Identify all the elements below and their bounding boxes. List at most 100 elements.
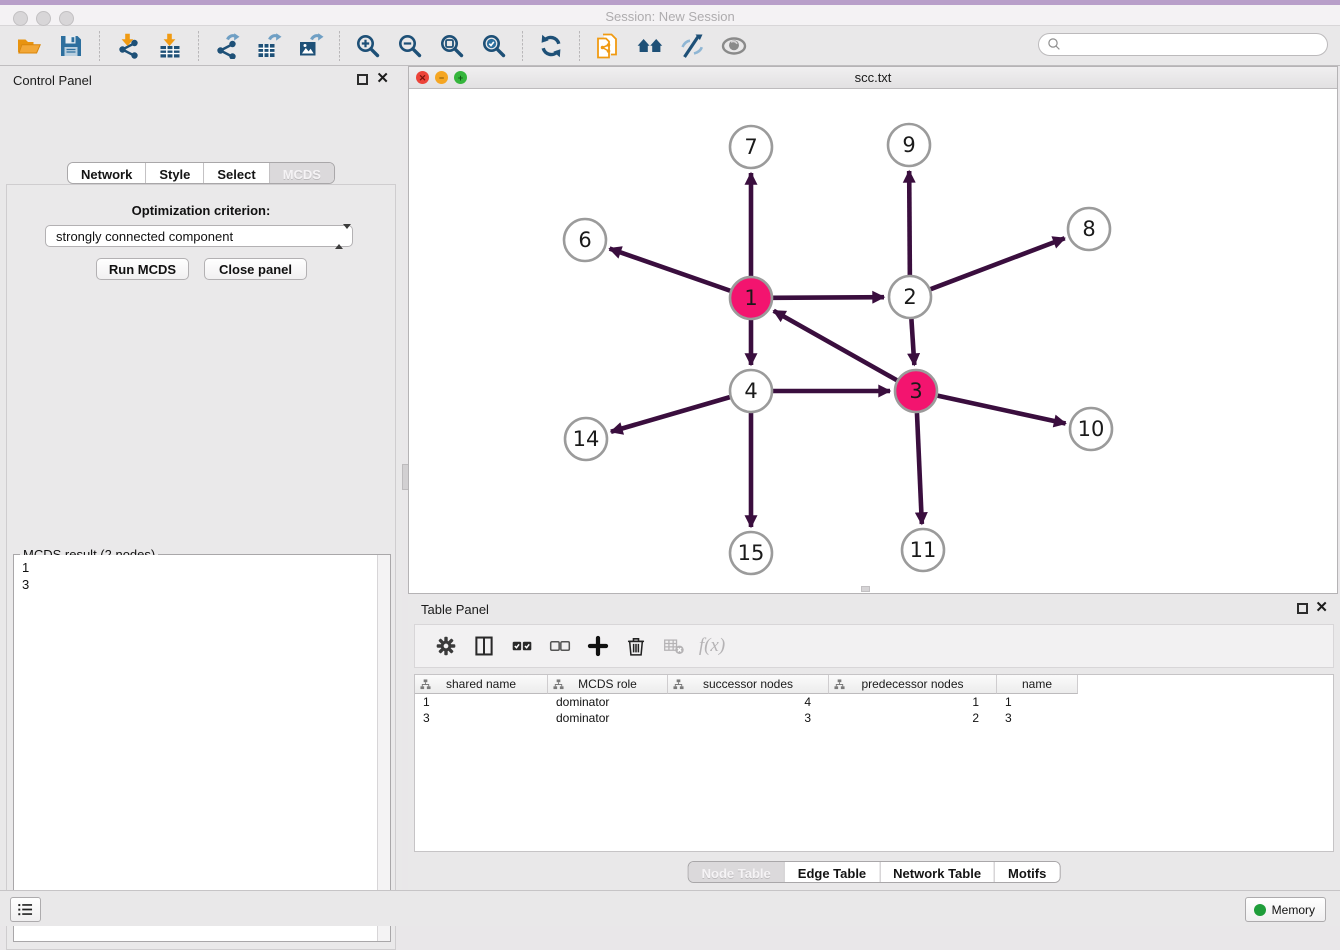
mcds-result-item[interactable]: 3 xyxy=(22,576,369,593)
memory-label: Memory xyxy=(1272,903,1315,917)
graph-node-10[interactable]: 10 xyxy=(1070,408,1112,450)
network-canvas[interactable]: 7 9 6 8 1 2 4 3 14 10 15 11 xyxy=(409,89,1337,593)
toolbar-separator xyxy=(522,31,523,61)
select-all-button[interactable] xyxy=(503,629,541,663)
table-panel-close-button[interactable]: ✕ xyxy=(1315,599,1328,617)
column-header-name[interactable]: name xyxy=(997,675,1078,694)
mcds-result-scrollbar[interactable] xyxy=(377,555,390,941)
zoom-selected-button[interactable] xyxy=(473,29,515,63)
cell[interactable]: dominator xyxy=(548,694,668,710)
column-header-shared-name[interactable]: shared name xyxy=(415,675,548,694)
hierarchy-icon xyxy=(420,679,431,690)
unselect-all-button[interactable] xyxy=(541,629,579,663)
export-network-button[interactable] xyxy=(206,29,248,63)
graph-edge-3-1[interactable] xyxy=(774,311,897,380)
mcds-result-item[interactable]: 1 xyxy=(22,559,369,576)
tab-network-table[interactable]: Network Table xyxy=(879,862,994,883)
cell[interactable]: 2 xyxy=(829,710,997,726)
search-input[interactable] xyxy=(1067,38,1319,52)
cell[interactable]: 3 xyxy=(415,710,548,726)
zoom-fit-button[interactable] xyxy=(431,29,473,63)
graph-node-label: 10 xyxy=(1078,417,1105,441)
add-row-button[interactable] xyxy=(579,629,617,663)
save-session-button[interactable] xyxy=(50,29,92,63)
cell[interactable]: 3 xyxy=(668,710,829,726)
graph-node-1[interactable]: 1 xyxy=(730,277,772,319)
run-mcds-button[interactable]: Run MCDS xyxy=(96,258,189,280)
graph-node-6[interactable]: 6 xyxy=(564,219,606,261)
graph-edge-1-6[interactable] xyxy=(610,249,731,291)
network-resize-handle[interactable] xyxy=(861,586,870,592)
export-image-button[interactable] xyxy=(290,29,332,63)
tab-motifs[interactable]: Motifs xyxy=(994,862,1059,883)
cell[interactable]: 3 xyxy=(997,710,1078,726)
graph-edge-3-10[interactable] xyxy=(937,396,1065,424)
open-session-button[interactable] xyxy=(8,29,50,63)
graph-edge-4-14[interactable] xyxy=(611,397,730,432)
hierarchy-icon xyxy=(673,679,684,690)
import-table-button[interactable] xyxy=(149,29,191,63)
select-stepper-icon xyxy=(335,229,345,245)
graph-node-3[interactable]: 3 xyxy=(895,370,937,412)
close-panel-button[interactable]: Close panel xyxy=(204,258,307,280)
table-settings-button[interactable] xyxy=(427,629,465,663)
app-title: Session: New Session xyxy=(0,9,1340,24)
mcds-result-list[interactable]: 13 xyxy=(14,555,377,941)
optimization-criterion-select[interactable]: strongly connected component xyxy=(45,225,353,247)
document-network-icon xyxy=(595,33,621,59)
tab-edge-table[interactable]: Edge Table xyxy=(784,862,879,883)
graph-node-4[interactable]: 4 xyxy=(730,370,772,412)
tab-select[interactable]: Select xyxy=(203,163,268,184)
graph-node-9[interactable]: 9 xyxy=(888,124,930,166)
cell[interactable]: 1 xyxy=(415,694,548,710)
control-panel-title: Control Panel xyxy=(13,73,92,88)
cell[interactable]: 1 xyxy=(997,694,1078,710)
cell[interactable]: 1 xyxy=(829,694,997,710)
zoom-out-button[interactable] xyxy=(389,29,431,63)
column-header-successor-nodes[interactable]: successor nodes xyxy=(668,675,829,694)
table-panel-float-button[interactable] xyxy=(1297,603,1308,614)
home-button[interactable] xyxy=(629,29,671,63)
show-columns-button[interactable] xyxy=(465,629,503,663)
tab-node-table[interactable]: Node Table xyxy=(689,862,784,883)
graph-edge-2-3[interactable] xyxy=(911,319,914,365)
control-panel-close-button[interactable]: ✕ xyxy=(376,70,389,88)
zoom-selected-icon xyxy=(481,33,507,59)
import-network-button[interactable] xyxy=(107,29,149,63)
graph-node-11[interactable]: 11 xyxy=(902,529,944,571)
graph-node-8[interactable]: 8 xyxy=(1068,208,1110,250)
delete-button[interactable] xyxy=(617,629,655,663)
graph-node-label: 3 xyxy=(909,379,922,403)
table-row[interactable]: 1dominator411 xyxy=(415,694,1333,710)
graph-node-15[interactable]: 15 xyxy=(730,532,772,574)
graph-edge-3-11[interactable] xyxy=(917,413,922,524)
tab-mcds[interactable]: MCDS xyxy=(269,163,334,184)
table-row[interactable]: 3dominator323 xyxy=(415,710,1333,726)
graph-node-label: 7 xyxy=(744,135,757,159)
graph-edge-2-9[interactable] xyxy=(909,171,910,275)
cell[interactable]: dominator xyxy=(548,710,668,726)
graph-node-label: 11 xyxy=(910,538,937,562)
graph-node-7[interactable]: 7 xyxy=(730,126,772,168)
refresh-button[interactable] xyxy=(530,29,572,63)
graph-edge-1-2[interactable] xyxy=(773,297,884,298)
graphics-details-button[interactable] xyxy=(671,29,713,63)
zoom-in-button[interactable] xyxy=(347,29,389,63)
graph-node-14[interactable]: 14 xyxy=(565,418,607,460)
tab-style[interactable]: Style xyxy=(145,163,203,184)
tab-network[interactable]: Network xyxy=(68,163,145,184)
column-header-predecessor-nodes[interactable]: predecessor nodes xyxy=(829,675,997,694)
task-history-button[interactable] xyxy=(10,897,41,922)
clone-network-button[interactable] xyxy=(587,29,629,63)
cell[interactable]: 4 xyxy=(668,694,829,710)
column-header-MCDS-role[interactable]: MCDS role xyxy=(548,675,668,694)
search-box[interactable] xyxy=(1038,33,1328,56)
control-panel-float-button[interactable] xyxy=(357,74,368,85)
graph-node-2[interactable]: 2 xyxy=(889,276,931,318)
show-hide-button[interactable] xyxy=(713,29,755,63)
memory-button[interactable]: Memory xyxy=(1245,897,1326,922)
eye-icon xyxy=(721,33,747,59)
export-table-button[interactable] xyxy=(248,29,290,63)
graph-edge-2-8[interactable] xyxy=(931,238,1065,289)
list-icon xyxy=(17,901,34,918)
